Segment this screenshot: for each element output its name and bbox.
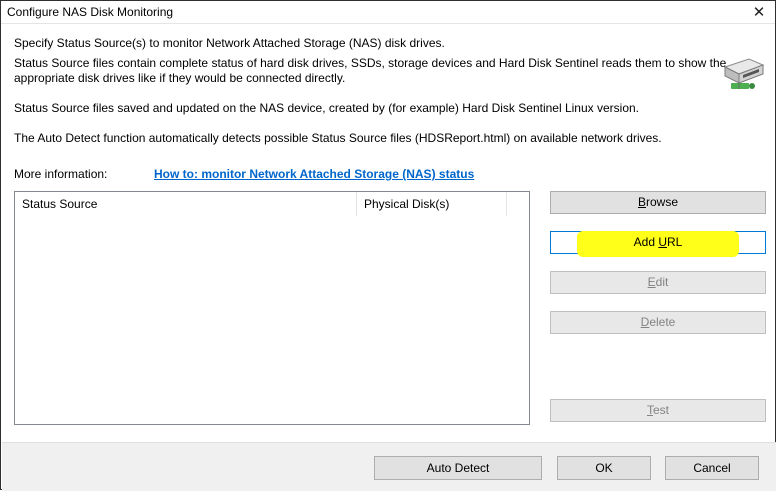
close-icon[interactable]: ✕ (743, 1, 775, 23)
description-line-1: Specify Status Source(s) to monitor Netw… (14, 36, 445, 50)
ok-button[interactable]: OK (557, 456, 651, 480)
column-header-status-source[interactable]: Status Source (15, 192, 357, 216)
nas-monitoring-dialog: Configure NAS Disk Monitoring ✕ Specify … (0, 0, 776, 491)
nas-help-link[interactable]: How to: monitor Network Attached Storage… (154, 167, 474, 181)
column-header-physical-disks[interactable]: Physical Disk(s) (357, 192, 507, 216)
test-button[interactable]: Test (550, 399, 766, 422)
edit-button[interactable]: Edit (550, 271, 766, 294)
description-line-4: Status Source files saved and updated on… (14, 101, 640, 115)
status-source-list[interactable]: Status Source Physical Disk(s) (14, 191, 530, 425)
window-title: Configure NAS Disk Monitoring (7, 5, 174, 19)
dialog-footer: Auto Detect OK Cancel (2, 442, 776, 491)
description-line-2: Status Source files contain complete sta… (14, 56, 727, 70)
description-line-3: appropriate disk drives like if they wou… (14, 71, 346, 85)
delete-button[interactable]: Delete (550, 311, 766, 334)
nas-disk-icon (723, 58, 765, 89)
description-line-5: The Auto Detect function automatically d… (14, 131, 662, 145)
cancel-button[interactable]: Cancel (665, 456, 759, 480)
list-header: Status Source Physical Disk(s) (15, 192, 529, 216)
title-bar: Configure NAS Disk Monitoring ✕ (1, 1, 775, 24)
more-information-label: More information: (14, 167, 108, 181)
auto-detect-button[interactable]: Auto Detect (374, 456, 542, 480)
browse-button[interactable]: Browse (550, 191, 766, 214)
